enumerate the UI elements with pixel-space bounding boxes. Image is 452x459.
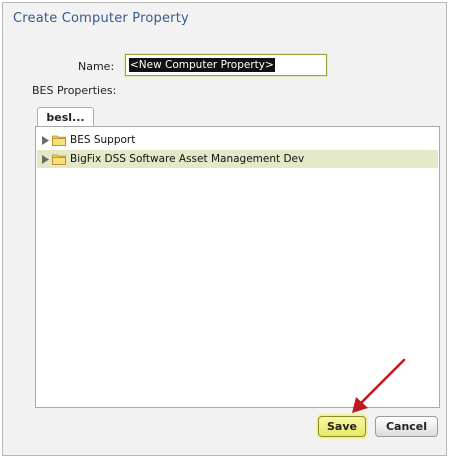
expand-arrow-icon[interactable] <box>41 135 49 145</box>
bes-properties-label: BES Properties: <box>32 84 117 97</box>
name-input[interactable]: <New Computer Property> <box>125 54 327 76</box>
name-label: Name: <box>78 60 115 73</box>
dialog-title: Create Computer Property <box>13 11 189 26</box>
folder-icon <box>52 153 66 165</box>
save-button[interactable]: Save <box>318 416 366 437</box>
tree-item-label: BigFix DSS Software Asset Management Dev <box>70 153 305 165</box>
property-tree[interactable]: BES Support BigFix DSS Software Asset Ma… <box>35 126 440 408</box>
tab-besl[interactable]: besl... <box>37 107 94 127</box>
tree-item-bigfix-dss[interactable]: BigFix DSS Software Asset Management Dev <box>37 150 438 168</box>
cancel-button[interactable]: Cancel <box>375 416 438 437</box>
expand-arrow-icon[interactable] <box>41 154 49 164</box>
tree-item-label: BES Support <box>70 134 136 146</box>
folder-icon <box>52 134 66 146</box>
name-input-value[interactable]: <New Computer Property> <box>129 58 275 72</box>
tree-item-bes-support[interactable]: BES Support <box>37 131 438 149</box>
